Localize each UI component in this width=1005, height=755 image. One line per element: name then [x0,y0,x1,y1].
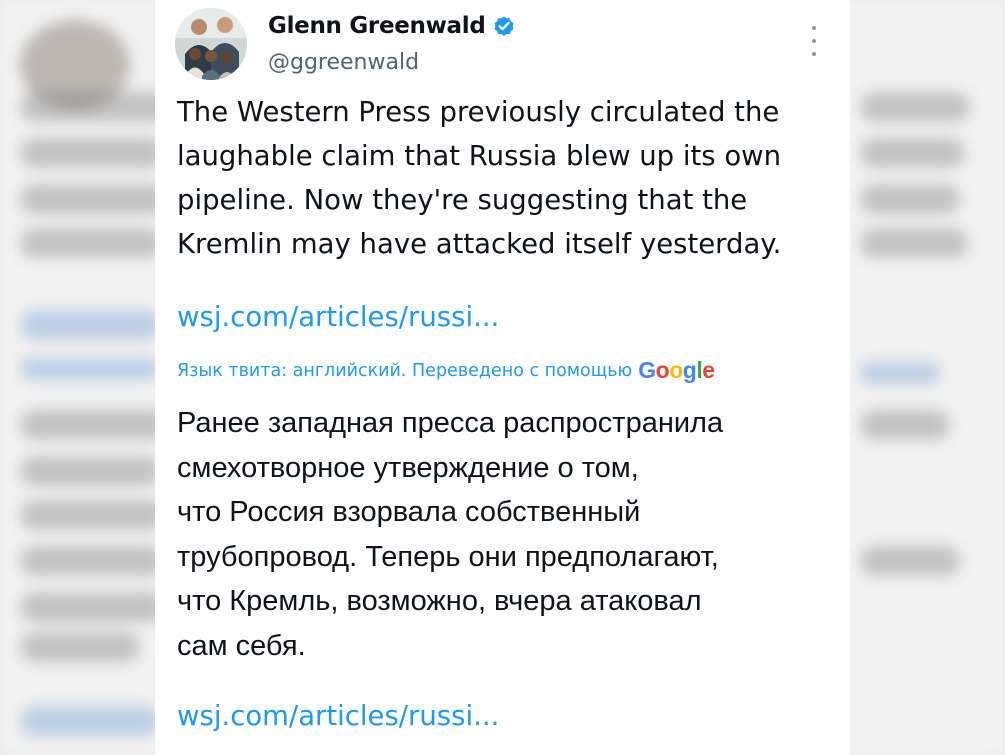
google-logo: Google [638,357,715,384]
author-name-row: Glenn Greenwald [268,13,516,39]
blurred-text-line [860,92,970,122]
blurred-text-line [860,546,960,576]
blurred-text-line [20,184,168,214]
tweet-body-text: The Western Press previously circulated … [177,96,782,260]
blurred-text-line [20,228,162,258]
google-logo-letter: G [638,357,656,383]
blurred-text-line [20,92,170,122]
translated-article-link[interactable]: wsj.com/articles/russi... [177,700,499,732]
verified-badge-icon [492,14,516,38]
menu-dot [812,26,816,30]
blurred-text-line [20,500,166,530]
author-avatar[interactable] [175,8,247,80]
blurred-text-line [20,632,140,662]
blurred-link-line [20,706,160,736]
screenshot-stage: Glenn Greenwald @ggreenwald The Western … [0,0,1005,755]
blurred-text-line [860,184,960,214]
blurred-note-line [20,358,160,380]
blurred-text-line [20,546,164,576]
translated-body-text: Ранее западная пресса распространила сме… [177,407,724,662]
blurred-text-line [20,138,165,168]
blurred-text-line [20,456,160,486]
google-logo-letter: o [669,357,683,383]
translation-note-text: Язык твита: английский. Переведено с пом… [177,360,633,381]
tweet-card: Glenn Greenwald @ggreenwald The Western … [155,0,850,755]
blurred-text-line [20,410,168,440]
blurred-text-line [860,138,965,168]
blurred-note-line [860,362,940,384]
menu-dot [812,52,816,56]
blurred-link-line [20,310,160,340]
translation-attribution: Язык твита: английский. Переведено с пом… [177,357,715,384]
menu-dot [812,39,816,43]
blurred-text-line [20,592,166,622]
tweet-article-link[interactable]: wsj.com/articles/russi... [177,301,499,333]
more-vertical-icon[interactable] [804,26,824,56]
author-handle[interactable]: @ggreenwald [268,50,419,75]
google-logo-letter: g [682,357,697,383]
google-logo-letter: o [655,357,670,383]
blurred-text-line [860,410,950,440]
group-photo-avatar-icon [175,8,247,80]
blurred-text-line [860,228,968,258]
google-logo-letter: e [702,357,715,383]
tweet-header: Glenn Greenwald @ggreenwald [175,8,830,84]
author-display-name[interactable]: Glenn Greenwald [268,13,486,39]
